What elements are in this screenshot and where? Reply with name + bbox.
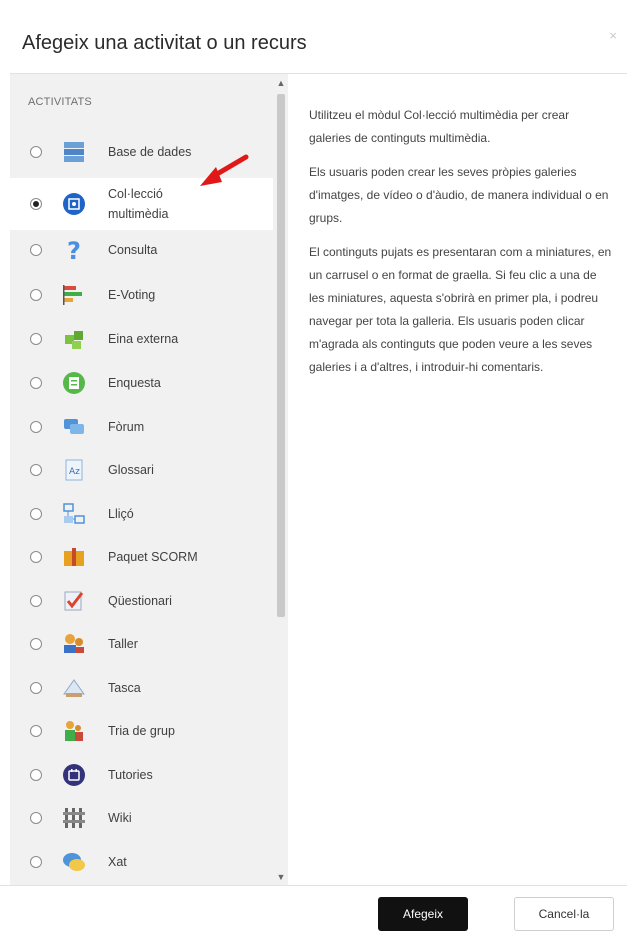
- activity-option-label: Tasca: [108, 681, 141, 695]
- activity-option-label: Paquet SCORM: [108, 550, 198, 564]
- radio-button[interactable]: [30, 244, 42, 256]
- assignment-icon: [62, 676, 86, 700]
- activity-option-item[interactable]: Eina externa: [10, 317, 273, 361]
- radio-button[interactable]: [30, 146, 42, 158]
- radio-button[interactable]: [30, 289, 42, 301]
- radio-button[interactable]: [30, 421, 42, 433]
- activity-option-label: Col·lecció multimèdia: [108, 187, 169, 221]
- activity-option-item[interactable]: Tria de grup: [10, 709, 273, 753]
- question-mark-icon: ?: [62, 237, 86, 265]
- section-heading: ACTIVITATS: [28, 96, 92, 108]
- activity-option-label: Eina externa: [108, 332, 179, 346]
- scroll-down-arrow-icon[interactable]: ▼: [274, 872, 288, 882]
- activity-option-label: Xat: [108, 855, 127, 869]
- activity-option-item[interactable]: Tutories: [10, 753, 273, 797]
- radio-button-selected[interactable]: [30, 198, 42, 210]
- activity-option-label: Lliçó: [108, 507, 134, 521]
- quiz-icon: [62, 589, 86, 613]
- puzzle-icon: [62, 327, 86, 351]
- activity-option-label: Consulta: [108, 243, 158, 257]
- activity-description: Utilitzeu el mòdul Col·lecció multimèdia…: [309, 104, 614, 390]
- activity-option-label: Enquesta: [108, 376, 161, 390]
- chat-icon: [62, 850, 86, 874]
- activity-option-item[interactable]: Col·lecció multimèdia: [10, 178, 273, 230]
- activity-option-label: Tria de grup: [108, 724, 175, 738]
- group-choice-icon: [62, 719, 86, 743]
- forum-icon: [62, 415, 86, 439]
- svg-text:?: ?: [67, 238, 81, 262]
- description-paragraph: Utilitzeu el mòdul Col·lecció multimèdia…: [309, 108, 570, 145]
- radio-button[interactable]: [30, 638, 42, 650]
- radio-button[interactable]: [30, 595, 42, 607]
- radio-button[interactable]: [30, 682, 42, 694]
- activity-option-item[interactable]: Tasca: [10, 666, 273, 710]
- activity-option-item[interactable]: Az Glossari: [10, 448, 273, 492]
- description-paragraph: El continguts pujats es presentaran com …: [309, 245, 612, 374]
- activity-option-item[interactable]: Base de dades: [10, 130, 273, 174]
- radio-button[interactable]: [30, 769, 42, 781]
- database-icon: [62, 140, 86, 164]
- dialog-title: Afegeix una activitat o un recurs: [22, 32, 307, 54]
- radio-button[interactable]: [30, 333, 42, 345]
- dialog-body: Base de dades Col·lecció multimèdia? Consu…: [10, 73, 627, 886]
- activity-option-item[interactable]: Enquesta: [10, 361, 273, 405]
- workshop-icon: [62, 632, 86, 656]
- activity-option-label: Tutories: [108, 768, 153, 782]
- activity-option-label: Base de dades: [108, 145, 192, 159]
- activity-option-label: Glossari: [108, 463, 154, 477]
- description-paragraph: Els usuaris poden crear les seves pròpie…: [309, 165, 609, 225]
- glossary-icon: Az: [62, 458, 86, 482]
- activity-option-item[interactable]: Paquet SCORM: [10, 535, 273, 579]
- activity-option-label: E-Voting: [108, 288, 156, 302]
- activity-option-item[interactable]: ? Consulta: [10, 228, 273, 272]
- bar-chart-icon: [62, 283, 86, 307]
- wiki-icon: [62, 806, 86, 830]
- activity-option-label: Fòrum: [108, 420, 145, 434]
- activity-option-item[interactable]: Fòrum: [10, 405, 273, 449]
- tutoring-icon: [62, 763, 86, 787]
- activity-option-item[interactable]: Qüestionari: [10, 579, 273, 623]
- survey-icon: [62, 371, 86, 395]
- radio-button[interactable]: [30, 725, 42, 737]
- radio-button[interactable]: [30, 812, 42, 824]
- radio-button[interactable]: [30, 551, 42, 563]
- radio-button[interactable]: [30, 377, 42, 389]
- close-icon[interactable]: ×: [609, 28, 617, 43]
- dialog-header: Afegeix una activitat o un recurs ×: [0, 0, 627, 73]
- activity-option-label: Taller: [108, 637, 138, 651]
- scroll-up-arrow-icon[interactable]: ▲: [274, 78, 288, 88]
- radio-button[interactable]: [30, 508, 42, 520]
- activity-option-label: Wiki: [108, 811, 132, 825]
- activity-option-item[interactable]: Wiki: [10, 796, 273, 840]
- activity-option-item[interactable]: Lliçó: [10, 492, 273, 536]
- activity-option-item[interactable]: Taller: [10, 622, 273, 666]
- lesson-icon: [62, 502, 86, 526]
- activity-description-pane: Utilitzeu el mòdul Col·lecció multimèdia…: [288, 74, 627, 886]
- svg-text:Az: Az: [69, 467, 80, 477]
- scrollbar-thumb[interactable]: [277, 94, 285, 617]
- package-icon: [62, 545, 86, 569]
- media-collection-icon: [62, 192, 86, 216]
- activity-option-item[interactable]: E-Voting: [10, 273, 273, 317]
- radio-button[interactable]: [30, 856, 42, 868]
- activity-option-label: Qüestionari: [108, 594, 172, 608]
- radio-button[interactable]: [30, 464, 42, 476]
- activity-option-item[interactable]: Xat: [10, 840, 273, 884]
- dialog-footer: Afegeix Cancel·la: [0, 885, 627, 931]
- activity-chooser-list: Base de dades Col·lecció multimèdia? Consu…: [10, 74, 288, 886]
